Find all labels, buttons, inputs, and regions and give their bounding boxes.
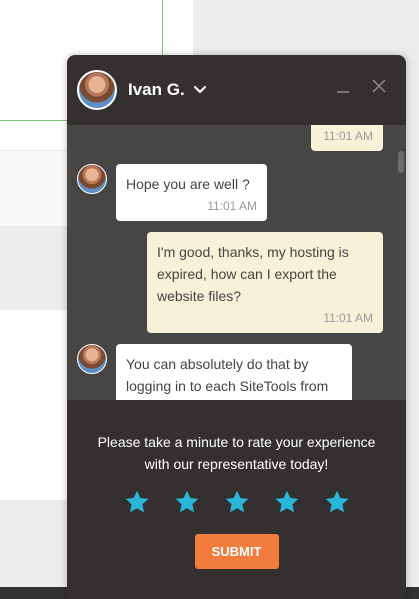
message-time: 11:01 AM [323, 129, 373, 143]
message-row: You can absolutely do that by logging in… [77, 344, 352, 400]
message-row: Hope you are well ? 11:01 AM [77, 164, 267, 221]
message-time: 11:01 AM [323, 311, 373, 325]
scrollbar-thumb[interactable] [398, 151, 404, 173]
user-message-bubble: I'm good, thanks, my hosting is expired,… [147, 232, 383, 333]
agent-message-bubble: Hope you are well ? 11:01 AM [116, 164, 267, 221]
chevron-down-icon[interactable] [193, 83, 207, 97]
message-text: You can absolutely do that by logging in… [126, 356, 329, 394]
star-icon[interactable] [324, 489, 350, 515]
chat-header: Ivan G. [67, 55, 406, 125]
message-row: I'm good, thanks, my hosting is expired,… [147, 232, 383, 333]
chat-widget: Ivan G. 11:01 AM Hope you are well ? 11:… [67, 55, 406, 599]
star-icon[interactable] [224, 489, 250, 515]
message-text: I'm good, thanks, my hosting is expired,… [157, 244, 349, 304]
star-icon[interactable] [124, 489, 150, 515]
close-icon [371, 78, 387, 99]
message-text: Hope you are well ? [126, 176, 250, 192]
minimize-button[interactable] [334, 79, 352, 97]
agent-avatar [77, 344, 107, 374]
rating-prompt: Please take a minute to rate your experi… [97, 434, 376, 472]
message-time: 11:01 AM [207, 199, 257, 213]
submit-button[interactable]: SUBMIT [194, 534, 279, 569]
star-icon[interactable] [174, 489, 200, 515]
agent-avatar [77, 70, 117, 110]
minimize-icon [335, 78, 351, 99]
message-row: 11:01 AM [311, 125, 383, 151]
star-icon[interactable] [274, 489, 300, 515]
user-message-bubble: 11:01 AM [311, 125, 383, 151]
agent-name[interactable]: Ivan G. [128, 80, 185, 100]
message-list[interactable]: 11:01 AM Hope you are well ? 11:01 AM I'… [67, 125, 406, 400]
star-rating[interactable] [67, 489, 406, 515]
agent-message-bubble: You can absolutely do that by logging in… [116, 344, 352, 400]
rating-panel: Please take a minute to rate your experi… [67, 400, 406, 599]
agent-avatar [77, 164, 107, 194]
close-button[interactable] [370, 78, 388, 99]
